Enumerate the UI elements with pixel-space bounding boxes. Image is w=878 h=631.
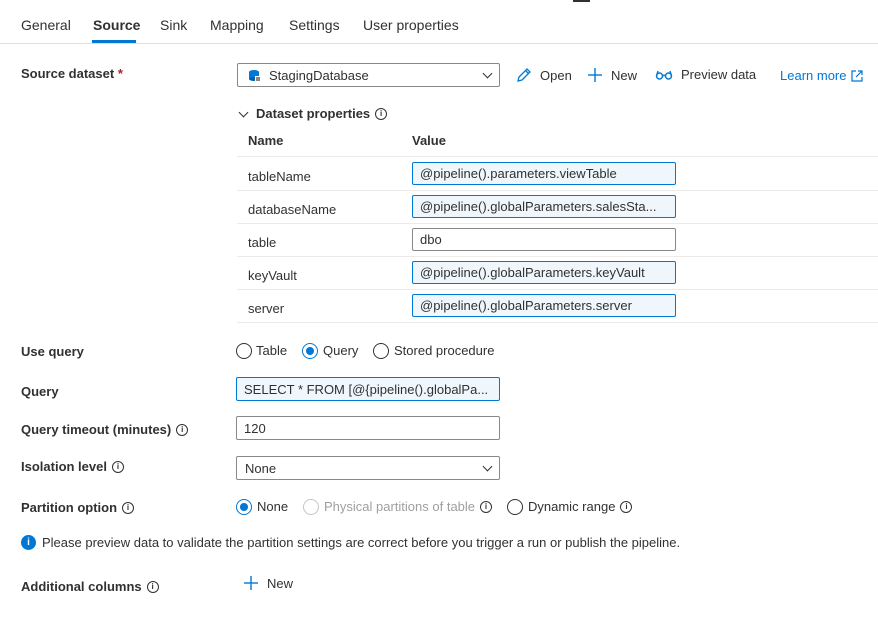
radio-partition-none[interactable] xyxy=(236,499,252,515)
radio-query-label: Query xyxy=(323,343,359,358)
property-name: tableName xyxy=(248,169,311,184)
radio-partition-none-label: None xyxy=(257,499,289,514)
chevron-down-icon xyxy=(238,107,249,117)
dynamic-range-label-text: Dynamic range xyxy=(528,499,616,514)
required-mark: * xyxy=(117,66,123,81)
tab-general[interactable]: General xyxy=(21,17,71,33)
radio-dynamic-range-label: Dynamic range i xyxy=(528,499,633,514)
dataset-properties-title: Dataset properties xyxy=(256,106,371,121)
property-value-input[interactable]: dbo xyxy=(412,228,676,251)
new-dataset-button-label: New xyxy=(611,67,638,83)
isolation-level-dropdown[interactable]: None xyxy=(236,456,500,480)
info-icon[interactable]: i xyxy=(176,424,189,436)
radio-physical-partitions-label: Physical partitions of table i xyxy=(324,499,493,514)
radio-query[interactable] xyxy=(302,343,318,359)
property-value-input[interactable]: @pipeline().globalParameters.salesSta... xyxy=(412,195,676,218)
source-dataset-dropdown[interactable]: StagingDatabase xyxy=(237,63,500,87)
info-filled-icon: i xyxy=(21,535,36,550)
preview-data-button-label: Preview data xyxy=(681,67,757,82)
isolation-level-label: Isolation level i xyxy=(21,459,124,474)
chevron-down-icon xyxy=(482,68,493,79)
property-name: table xyxy=(248,235,277,250)
property-name: databaseName xyxy=(248,202,337,217)
property-value-input[interactable]: @pipeline().globalParameters.server xyxy=(412,294,676,317)
external-link-icon xyxy=(851,69,864,82)
pencil-icon xyxy=(517,68,531,82)
plus-icon xyxy=(588,68,602,82)
preview-data-button[interactable]: Preview data xyxy=(655,67,756,82)
radio-stored-procedure-label: Stored procedure xyxy=(394,343,495,358)
partition-info-message: i Please preview data to validate the pa… xyxy=(21,535,680,550)
column-value-header: Value xyxy=(412,133,446,148)
query-timeout-label: Query timeout (minutes) i xyxy=(21,422,189,437)
property-name: server xyxy=(248,301,285,316)
plus-icon xyxy=(244,576,258,590)
active-tab-indicator xyxy=(92,40,136,43)
info-icon[interactable]: i xyxy=(122,502,135,514)
table-row: table dbo xyxy=(237,223,878,257)
open-button[interactable]: Open xyxy=(516,67,572,83)
learn-more-link[interactable]: Learn more xyxy=(780,68,864,83)
tab-settings[interactable]: Settings xyxy=(289,17,340,33)
info-icon[interactable]: i xyxy=(620,501,633,513)
new-dataset-button[interactable]: New xyxy=(587,67,637,83)
table-row: keyVault @pipeline().globalParameters.ke… xyxy=(237,256,878,290)
table-row: databaseName @pipeline().globalParameter… xyxy=(237,190,878,224)
query-label: Query xyxy=(21,384,59,399)
use-query-label: Use query xyxy=(21,344,84,359)
table-row: server @pipeline().globalParameters.serv… xyxy=(237,289,878,323)
radio-stored-procedure[interactable] xyxy=(373,343,389,359)
tab-sink[interactable]: Sink xyxy=(160,17,187,33)
tab-user-properties[interactable]: User properties xyxy=(363,17,459,33)
query-timeout-label-text: Query timeout (minutes) xyxy=(21,422,172,437)
radio-table[interactable] xyxy=(236,343,252,359)
table-row: tableName @pipeline().parameters.viewTab… xyxy=(237,157,878,191)
additional-columns-label-text: Additional columns xyxy=(21,579,142,594)
dataset-properties-toggle[interactable]: Dataset properties i xyxy=(238,106,388,121)
add-column-button-label: New xyxy=(267,575,294,591)
radio-table-label: Table xyxy=(256,343,288,358)
property-value-input[interactable]: @pipeline().globalParameters.keyVault xyxy=(412,261,676,284)
partition-option-label-text: Partition option xyxy=(21,500,118,515)
chevron-down-icon xyxy=(482,461,493,472)
partition-option-label: Partition option i xyxy=(21,500,135,515)
isolation-level-value: None xyxy=(245,461,277,476)
tab-mapping[interactable]: Mapping xyxy=(210,17,264,33)
isolation-level-label-text: Isolation level xyxy=(21,459,107,474)
column-name-header: Name xyxy=(248,133,284,148)
info-icon[interactable]: i xyxy=(111,461,124,473)
open-button-label: Open xyxy=(540,67,572,83)
query-timeout-input[interactable]: 120 xyxy=(236,416,500,440)
physical-partitions-label-text: Physical partitions of table xyxy=(324,499,476,514)
source-dataset-label-text: Source dataset xyxy=(21,66,115,81)
property-value-input[interactable]: @pipeline().parameters.viewTable xyxy=(412,162,676,185)
query-input[interactable]: SELECT * FROM [@{pipeline().globalPa... xyxy=(236,377,500,401)
info-icon[interactable]: i xyxy=(146,581,159,593)
database-icon xyxy=(248,69,261,85)
tab-bar: General Source Sink Mapping Settings Use… xyxy=(0,0,878,44)
properties-header: Name Value xyxy=(237,132,878,157)
source-dataset-label: Source dataset * xyxy=(21,66,123,81)
info-message-text: Please preview data to validate the part… xyxy=(42,535,681,550)
source-dataset-value: StagingDatabase xyxy=(269,68,369,83)
tab-source[interactable]: Source xyxy=(93,17,140,33)
glasses-icon xyxy=(655,70,673,80)
add-column-button[interactable]: New xyxy=(243,575,293,591)
info-icon[interactable]: i xyxy=(480,501,493,513)
additional-columns-label: Additional columns i xyxy=(21,579,159,594)
info-icon[interactable]: i xyxy=(375,107,388,120)
learn-more-label: Learn more xyxy=(780,68,847,83)
property-name: keyVault xyxy=(248,268,297,283)
radio-physical-partitions xyxy=(303,499,319,515)
radio-dynamic-range[interactable] xyxy=(507,499,523,515)
